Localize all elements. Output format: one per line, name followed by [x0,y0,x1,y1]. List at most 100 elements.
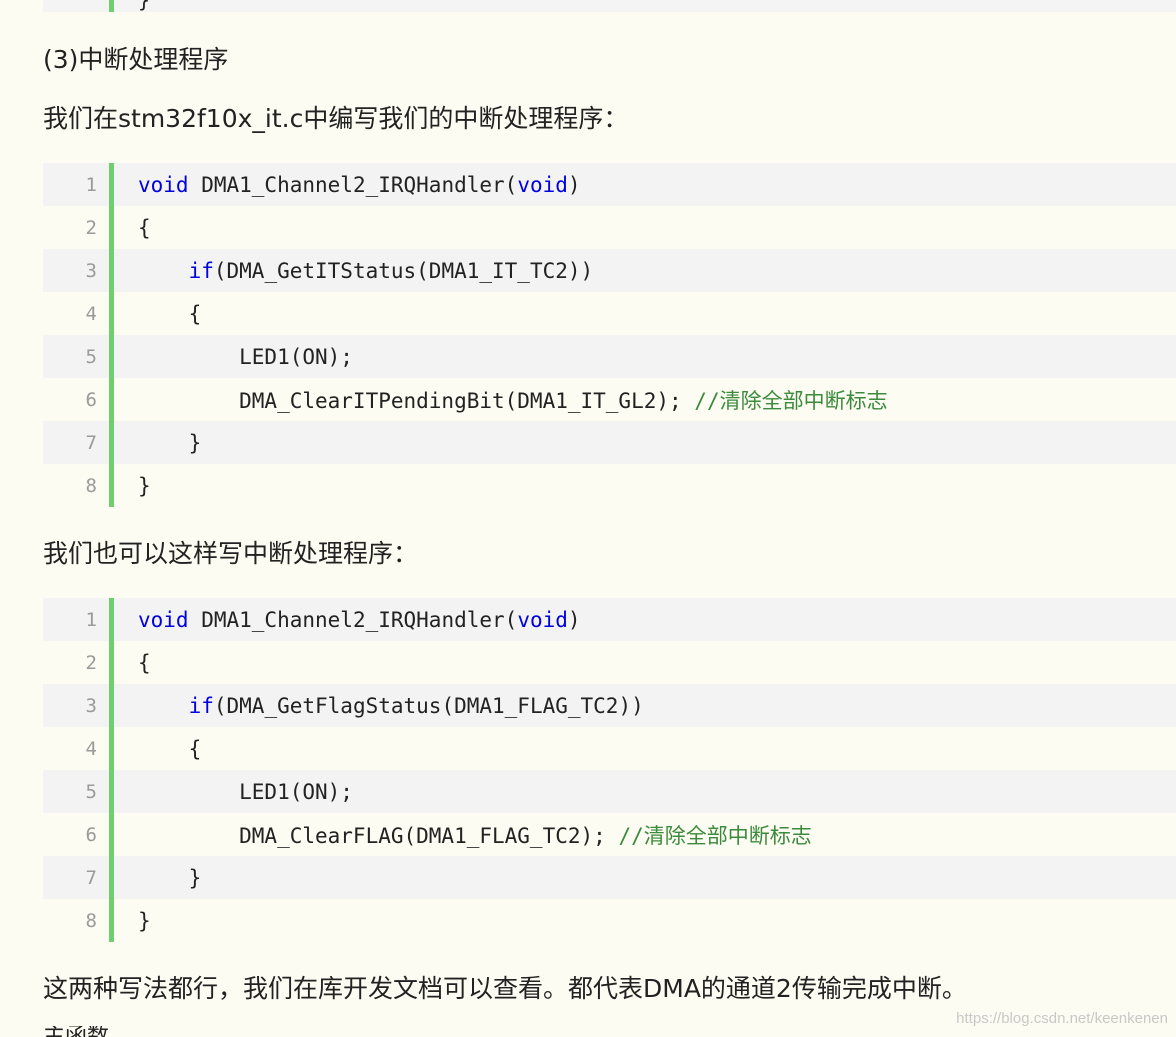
code-line: 7 } [43,856,1176,899]
next-section-heading-cut: 主函数 [43,1026,109,1037]
line-number: 3 [85,259,97,282]
code-text: } [138,909,151,933]
code-line: 8} [43,899,1176,942]
line-number: 5 [85,780,97,803]
code-line: 5 LED1(ON); [43,770,1176,813]
code-line: 2{ [43,641,1176,684]
line-number: 2 [85,216,97,239]
code-line: 1 void DMA1_Channel2_IRQHandler(void) [43,163,1176,206]
code-line: 4 { [43,727,1176,770]
line-number: 6 [85,388,97,411]
code-gutter-bar [109,684,114,727]
alt-intro-paragraph: 我们也可以这样写中断处理程序： [43,539,419,568]
code-gutter-bar [109,899,114,942]
line-number: 8 [85,909,97,932]
code-token: DMA1_Channel2_IRQHandler( [188,172,518,197]
code-text: { [138,651,151,675]
line-number: 1 [85,173,97,196]
code-text: { [138,301,202,326]
code-text: LED1(ON); [138,780,353,804]
code-token: ) [567,607,581,632]
code-block-it-status: 1 void DMA1_Channel2_IRQHandler(void) 2{3 … [43,163,1176,507]
code-line: 5 LED1(ON); [43,335,1176,378]
code-text: DMA_ClearITPendingBit(DMA1_IT_GL2); //清除… [138,385,888,415]
code-token: (DMA_GetITStatus(DMA1_IT_TC2)) [213,258,594,283]
line-number: 3 [85,694,97,717]
code-gutter-bar [109,813,114,856]
code-text: DMA_ClearFLAG(DMA1_FLAG_TC2); //清除全部中断标志 [138,820,812,850]
line-number: 7 [85,866,97,889]
code-text: if(DMA_GetFlagStatus(DMA1_FLAG_TC2)) [138,694,644,718]
code-line: 3 if(DMA_GetFlagStatus(DMA1_FLAG_TC2)) [43,684,1176,727]
code-keyword: if [188,258,214,283]
code-gutter-bar [109,0,114,12]
code-token: { [138,301,202,326]
line-number: 4 [85,302,97,325]
line-number: 6 [85,823,97,846]
code-token: } [138,473,151,498]
code-line: 1 void DMA1_Channel2_IRQHandler(void) [43,598,1176,641]
code-line: 2{ [43,206,1176,249]
code-token: LED1(ON); [138,779,353,804]
code-gutter-bar [109,598,114,641]
code-text: LED1(ON); [138,345,353,369]
code-line: 7 } [43,421,1176,464]
line-number: 1 [85,608,97,631]
code-token: { [138,215,151,240]
code-keyword: if [188,693,214,718]
code-text: void DMA1_Channel2_IRQHandler(void) [138,173,581,197]
code-comment: //清除全部中断标志 [694,388,888,413]
code-keyword: void [517,607,568,632]
code-gutter-bar [109,856,114,899]
code-keyword: void [517,172,568,197]
code-token: { [138,650,151,675]
line-number: 5 [85,345,97,368]
code-text: } [138,0,151,12]
code-gutter-bar [109,292,114,335]
code-text: if(DMA_GetITStatus(DMA1_IT_TC2)) [138,258,594,283]
code-token: LED1(ON); [138,344,353,369]
code-block-flag-status: 1 void DMA1_Channel2_IRQHandler(void) 2{3 … [43,598,1176,942]
code-token: } [138,865,202,890]
code-token: DMA1_Channel2_IRQHandler( [188,607,518,632]
conclusion-paragraph: 这两种写法都行，我们在库开发文档可以查看。都代表DMA的通道2传输完成中断。 [43,974,967,1003]
code-token: ) [567,172,581,197]
code-gutter-bar [109,421,114,464]
code-line: 6 DMA_ClearFLAG(DMA1_FLAG_TC2); //清除全部中断… [43,813,1176,856]
code-text: } [138,474,151,498]
code-text: { [138,216,151,240]
code-gutter-bar [109,378,114,421]
code-gutter-bar [109,206,114,249]
code-token: DMA_ClearFLAG(DMA1_FLAG_TC2); [138,823,619,848]
code-text: void DMA1_Channel2_IRQHandler(void) [138,608,581,632]
code-text: } [138,431,202,455]
line-number: 2 [85,651,97,674]
code-comment: //清除全部中断标志 [618,823,812,848]
code-line: 6 DMA_ClearITPendingBit(DMA1_IT_GL2); //… [43,378,1176,421]
code-gutter-bar [109,163,114,206]
code-gutter-bar [109,464,114,507]
code-line: 4 { [43,292,1176,335]
code-keyword: void [138,172,189,197]
code-token: { [138,736,202,761]
code-text: { [138,736,202,761]
code-gutter-bar [109,727,114,770]
code-gutter-bar [109,249,114,292]
line-number: 7 [85,431,97,454]
code-gutter-bar [109,770,114,813]
line-number: 8 [85,474,97,497]
code-token: DMA_ClearITPendingBit(DMA1_IT_GL2); [138,388,695,413]
watermark: https://blog.csdn.net/keenkenen [956,1010,1168,1027]
previous-code-block-fragment: } [43,0,1176,12]
intro-paragraph: 我们在stm32f10x_it.c中编写我们的中断处理程序： [43,104,629,133]
code-keyword: void [138,607,189,632]
line-number: 4 [85,737,97,760]
code-text: } [138,865,202,890]
section-heading: (3)中断处理程序 [43,45,229,74]
code-token: } [138,908,151,933]
code-gutter-bar [109,335,114,378]
code-line: 3 if(DMA_GetITStatus(DMA1_IT_TC2)) [43,249,1176,292]
code-line: 8} [43,464,1176,507]
